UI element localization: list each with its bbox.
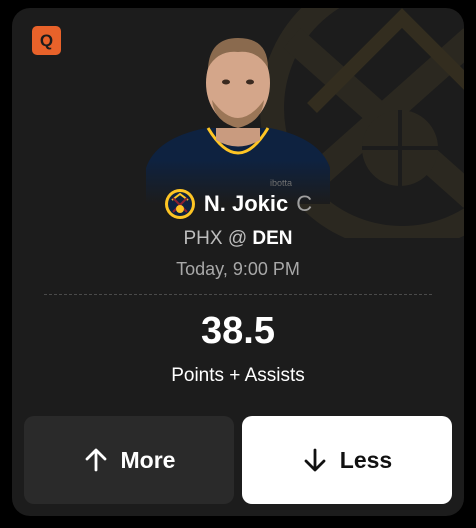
more-button-label: More: [120, 446, 176, 473]
home-team: DEN: [252, 228, 293, 249]
stat-type: Points + Assists: [171, 365, 305, 386]
matchup-separator: @: [227, 228, 248, 249]
matchup: PHX @ DEN: [12, 228, 464, 250]
away-team: PHX: [183, 228, 223, 249]
nuggets-logo-icon: [164, 189, 195, 219]
divider: [44, 294, 432, 295]
arrow-up-icon: [85, 448, 106, 472]
player-position: C: [296, 191, 313, 216]
arrow-down-icon: [304, 448, 326, 472]
projection-line: 38.5: [201, 310, 275, 352]
player-name-row: N. Jokic C: [12, 188, 464, 220]
player-name: N. Jokic: [203, 191, 289, 216]
less-button[interactable]: Less: [242, 416, 452, 504]
less-button-label: Less: [339, 446, 393, 473]
game-time: Today, 9:00 PM: [176, 259, 300, 279]
quarter-badge: Q: [32, 26, 61, 55]
projection-card: Q ibotta N. Jokic C PHX @: [12, 8, 464, 516]
more-button[interactable]: More: [24, 416, 234, 504]
player-headshot: ibotta: [146, 28, 330, 204]
